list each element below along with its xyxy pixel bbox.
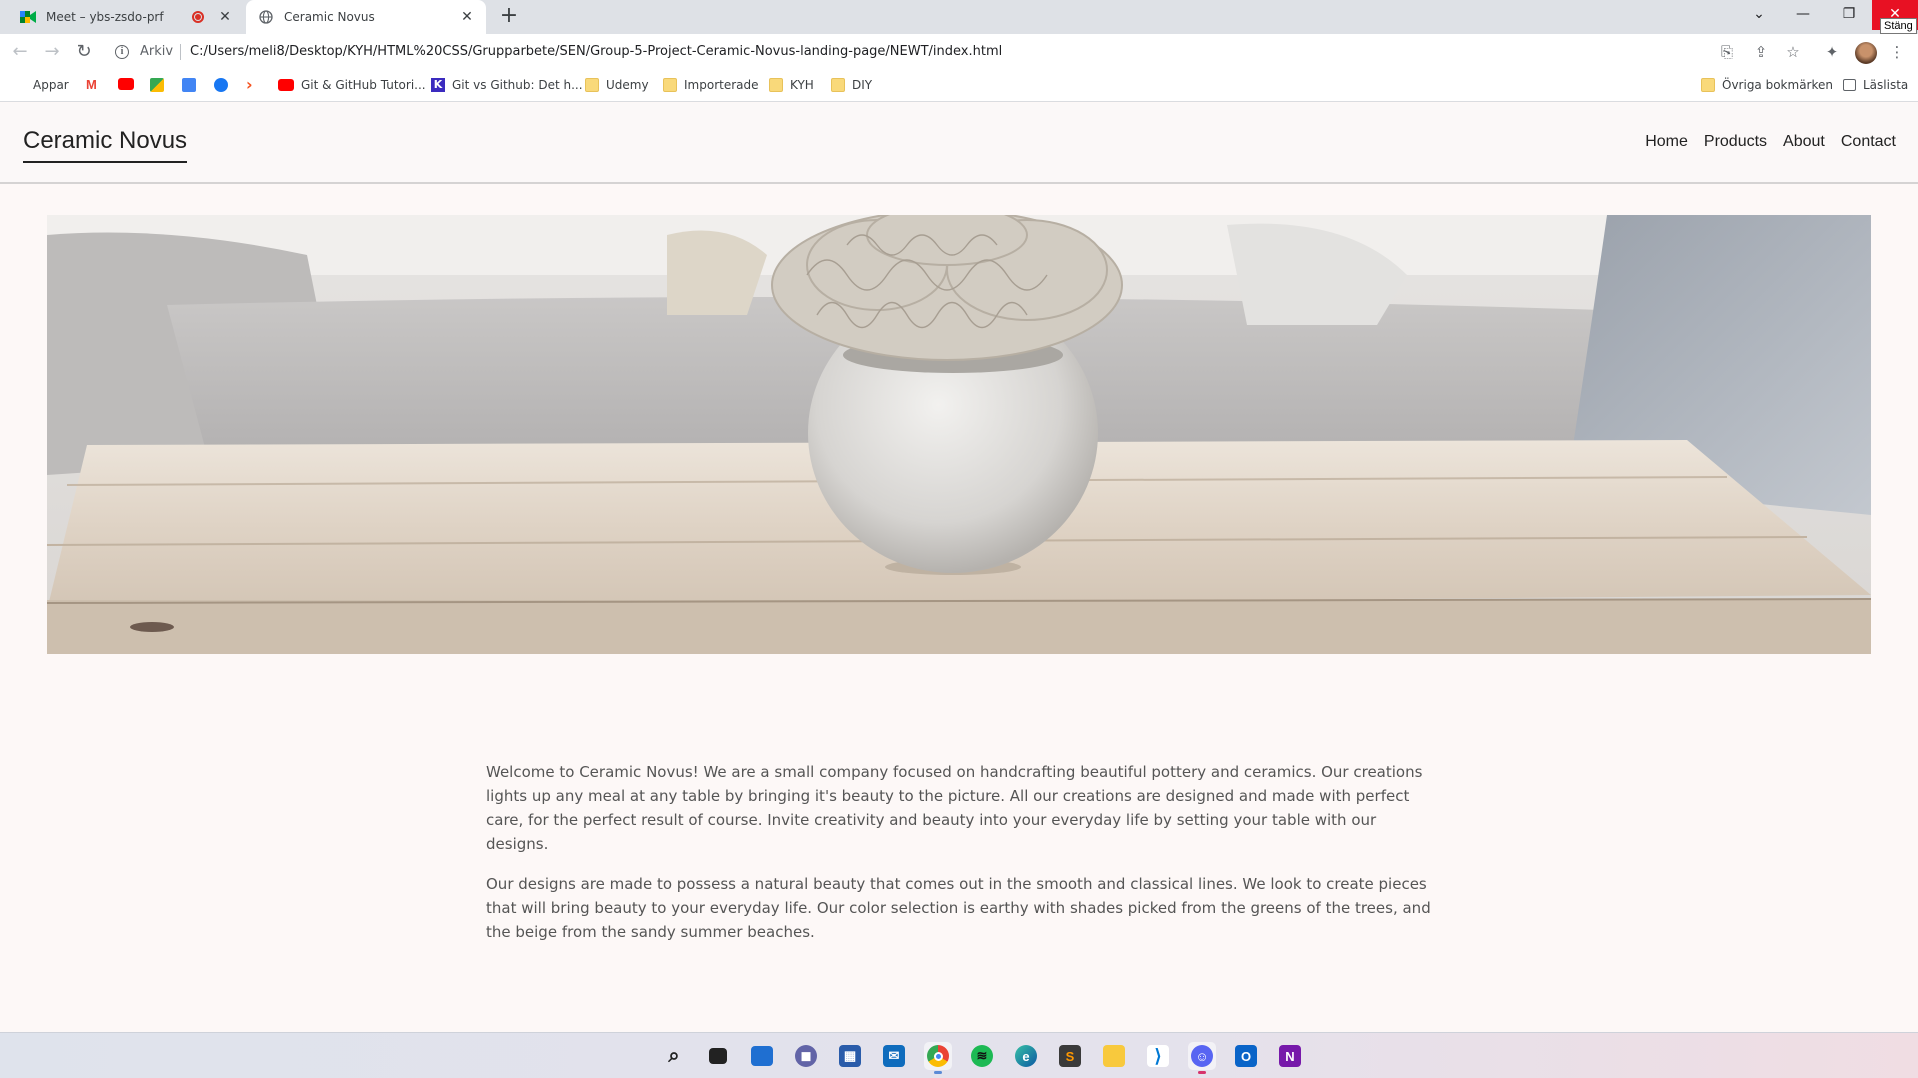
file-explorer-icon[interactable] <box>1100 1042 1128 1070</box>
bookmark-git-tutorial[interactable]: Git & GitHub Tutori... <box>278 78 426 92</box>
nav-products[interactable]: Products <box>1704 133 1767 151</box>
bookmarks-bar: Appar M › Git & GitHub Tutori... K Git v… <box>0 70 1918 102</box>
teams-chat-icon[interactable]: ◼ <box>792 1042 820 1070</box>
close-tab-icon[interactable]: ✕ <box>216 8 234 26</box>
folder-icon <box>663 78 677 92</box>
chevron-right-icon: › <box>246 75 253 94</box>
bookmark-udemy[interactable]: Udemy <box>585 78 649 92</box>
gmail-bookmark[interactable]: M <box>86 78 107 92</box>
menu-icon[interactable]: ⋮ <box>1887 42 1907 62</box>
tab-title: Ceramic Novus <box>284 10 375 24</box>
bookmark-diy[interactable]: DIY <box>831 78 872 92</box>
nav-home[interactable]: Home <box>1645 133 1688 151</box>
close-tab-icon[interactable]: ✕ <box>458 8 476 26</box>
bookmark-apps[interactable]: Appar <box>12 78 69 92</box>
bookmark-other[interactable]: Övriga bokmärken <box>1701 78 1833 92</box>
forward-button[interactable]: → <box>40 40 64 64</box>
spotify-icon[interactable]: ≋ <box>968 1042 996 1070</box>
bookmark-label: Git vs Github: Det h... <box>452 78 583 92</box>
intro-paragraph: Welcome to Ceramic Novus! We are a small… <box>486 763 1423 853</box>
bookmark-label: DIY <box>852 78 873 92</box>
intro-paragraph: Our designs are made to possess a natura… <box>486 875 1431 941</box>
folder-icon <box>1701 78 1715 92</box>
bookmark-label: Importerade <box>684 78 759 92</box>
running-indicator <box>934 1071 942 1074</box>
globe-icon <box>258 9 274 25</box>
reload-button[interactable]: ↻ <box>72 40 96 64</box>
search-icon[interactable]: ⌕ <box>660 1042 688 1070</box>
maps-bookmark[interactable] <box>150 78 171 92</box>
bookmark-label: Övriga bokmärken <box>1722 78 1833 92</box>
edge-icon[interactable]: e <box>1012 1042 1040 1070</box>
youtube-icon <box>118 78 134 90</box>
site-logo[interactable]: Ceramic Novus <box>23 127 188 163</box>
bookmark-label: Appar <box>33 78 69 92</box>
youtube-bookmark[interactable] <box>118 78 141 90</box>
bookmark-importerade[interactable]: Importerade <box>663 78 759 92</box>
tab-strip: Meet – ybs-zsdo-prf ✕ Ceramic Novus ✕ + … <box>0 0 1918 34</box>
folder-icon <box>585 78 599 92</box>
windows-taskbar: ⌕ ◼ ▦ ✉ ≋ e S ⟩ ☺ O N <box>0 1032 1918 1078</box>
widgets-icon[interactable] <box>748 1042 776 1070</box>
tab-search-icon[interactable]: ⌄ <box>1736 0 1782 30</box>
windows-start-icon[interactable] <box>616 1042 644 1070</box>
reading-list[interactable]: Läslista <box>1843 78 1908 92</box>
browser-toolbar: ← → ↻ i Arkiv C:/Users/meli8/Desktop/KYH… <box>0 34 1918 70</box>
mail-icon[interactable]: ✉ <box>880 1042 908 1070</box>
tab-meet[interactable]: Meet – ybs-zsdo-prf ✕ <box>8 0 244 34</box>
share-icon[interactable]: ⇪ <box>1751 42 1771 62</box>
extensions-icon[interactable]: ✦ <box>1822 42 1842 62</box>
store-icon[interactable]: ▦ <box>836 1042 864 1070</box>
folder-icon <box>769 78 783 92</box>
k-logo-icon: K <box>431 78 445 92</box>
bookmark-git-vs-github[interactable]: K Git vs Github: Det h... <box>431 78 583 92</box>
tab-title: Meet – ybs-zsdo-prf <box>46 10 164 24</box>
back-button[interactable]: ← <box>8 40 32 64</box>
restore-button[interactable]: ❐ <box>1826 0 1872 30</box>
google-maps-icon <box>150 78 164 92</box>
chrome-icon[interactable] <box>924 1042 952 1074</box>
google-translate-icon <box>182 78 196 92</box>
bookmark-label: KYH <box>790 78 814 92</box>
onenote-icon[interactable]: N <box>1276 1042 1304 1070</box>
chevron-bookmark[interactable]: › <box>246 75 267 94</box>
folder-icon <box>831 78 845 92</box>
bookmark-kyh[interactable]: KYH <box>769 78 814 92</box>
bookmark-label: Läslista <box>1863 78 1909 92</box>
site-header: Ceramic Novus Home Products About Contac… <box>0 103 1918 184</box>
translate-bookmark[interactable] <box>182 78 203 92</box>
reading-list-icon <box>1843 79 1856 91</box>
vscode-icon[interactable]: ⟩ <box>1144 1042 1172 1070</box>
site-info-icon[interactable]: i <box>115 45 129 59</box>
close-tooltip: Stäng <box>1880 18 1917 34</box>
apps-grid-icon <box>12 78 26 92</box>
tab-ceramic-novus[interactable]: Ceramic Novus ✕ <box>246 0 486 34</box>
main-nav: Home Products About Contact <box>1645 133 1896 151</box>
running-indicator <box>1198 1071 1206 1074</box>
address-separator <box>180 44 181 60</box>
address-bar[interactable]: C:/Users/meli8/Desktop/KYH/HTML%20CSS/Gr… <box>190 44 1002 59</box>
outlook-icon[interactable]: O <box>1232 1042 1260 1070</box>
recording-icon <box>192 11 204 23</box>
security-label[interactable]: Arkiv <box>140 44 173 59</box>
bookmark-star-icon[interactable]: ☆ <box>1783 42 1803 62</box>
facebook-bookmark[interactable] <box>214 78 235 92</box>
hero-image <box>47 215 1871 654</box>
discord-icon[interactable]: ☺ <box>1188 1042 1216 1074</box>
profile-avatar[interactable] <box>1855 42 1877 64</box>
translate-icon[interactable]: ⎘ <box>1717 42 1737 62</box>
sublime-text-icon[interactable]: S <box>1056 1042 1084 1070</box>
nav-about[interactable]: About <box>1783 133 1825 151</box>
new-tab-button[interactable]: + <box>496 4 522 30</box>
minimize-button[interactable]: — <box>1780 0 1826 30</box>
bookmark-label: Git & GitHub Tutori... <box>301 78 426 92</box>
google-meet-icon <box>20 9 36 25</box>
youtube-icon <box>278 79 294 91</box>
bookmark-label: Udemy <box>606 78 649 92</box>
facebook-icon <box>214 78 228 92</box>
intro-text: Welcome to Ceramic Novus! We are a small… <box>486 760 1436 960</box>
task-view-icon[interactable] <box>704 1042 732 1070</box>
nav-contact[interactable]: Contact <box>1841 133 1896 151</box>
gmail-icon: M <box>86 77 97 92</box>
